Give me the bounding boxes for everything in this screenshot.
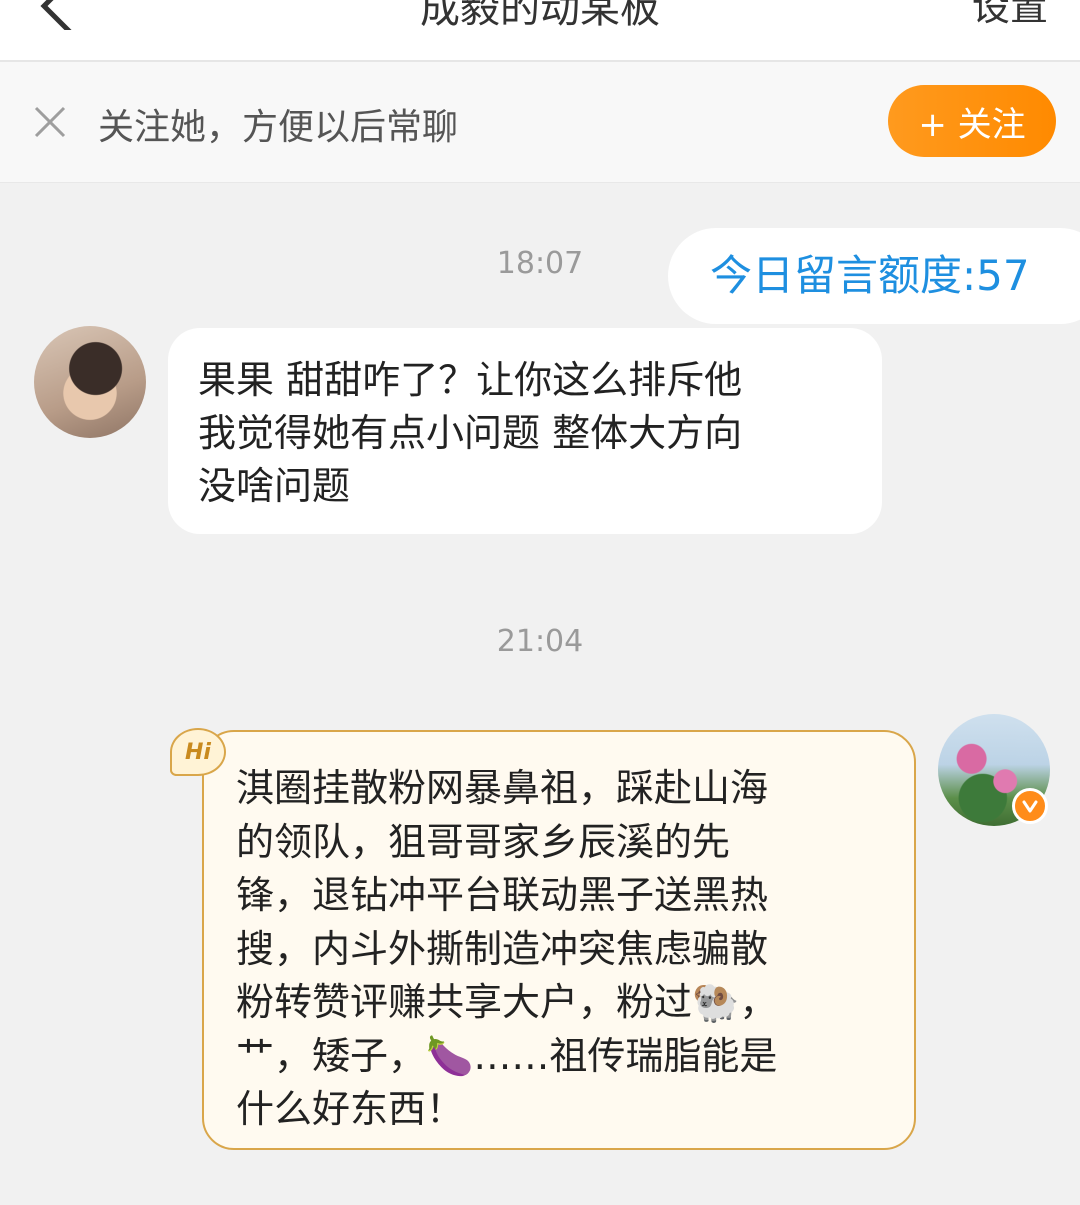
hi-badge-icon: Hi bbox=[170, 728, 226, 776]
close-follow-prompt-button[interactable] bbox=[30, 102, 70, 142]
top-navigation-bar: 成毅的动某板 设置 bbox=[0, 0, 1080, 62]
message-line: 粉转赞评赚共享大户，粉过🐏， bbox=[236, 980, 778, 1024]
message-line: 我觉得她有点小问题 整体大方向 bbox=[198, 411, 743, 455]
follow-prompt-bar: 关注她，方便以后常聊 + 关注 bbox=[0, 62, 1080, 183]
message-line: 果果 甜甜咋了？让你这么排斥他 bbox=[198, 358, 743, 402]
verified-check-icon bbox=[1022, 800, 1038, 813]
follow-prompt-text: 关注她，方便以后常聊 bbox=[98, 107, 459, 148]
message-line: 没啥问题 bbox=[198, 464, 351, 508]
message-line: 什么好东西！ bbox=[236, 1087, 465, 1131]
settings-button[interactable]: 设置 bbox=[972, 0, 1048, 31]
sender-avatar[interactable] bbox=[34, 326, 146, 438]
page-title: 成毅的动某板 bbox=[420, 0, 660, 32]
received-message-bubble[interactable]: 果果 甜甜咋了？让你这么排斥他 我觉得她有点小问题 整体大方向 没啥问题 bbox=[168, 328, 882, 534]
quota-message-bubble[interactable]: 今日留言额度:57 bbox=[668, 228, 1080, 324]
message-line: 锋，退钻冲平台联动黑子送黑热 bbox=[236, 873, 769, 917]
close-icon bbox=[34, 106, 66, 138]
message-line: 搜，内斗外撕制造冲突焦虑骗散 bbox=[236, 926, 769, 971]
verified-badge-icon bbox=[1012, 788, 1048, 824]
follow-button[interactable]: + 关注 bbox=[888, 85, 1056, 157]
message-line: 淇圈挂散粉网暴鼻祖，踩赴山海 bbox=[236, 766, 769, 810]
sent-message-bubble[interactable]: 淇圈挂散粉网暴鼻祖，踩赴山海 的领队，狙哥哥家乡辰溪的先 锋，退钻冲平台联动黑子… bbox=[202, 730, 916, 1150]
message-line: 的领队，狙哥哥家乡辰溪的先 bbox=[236, 819, 731, 864]
message-line: 艹，矮子，🍆……祖传瑞脂能是 bbox=[236, 1033, 778, 1078]
message-timestamp: 21:04 bbox=[496, 624, 584, 659]
